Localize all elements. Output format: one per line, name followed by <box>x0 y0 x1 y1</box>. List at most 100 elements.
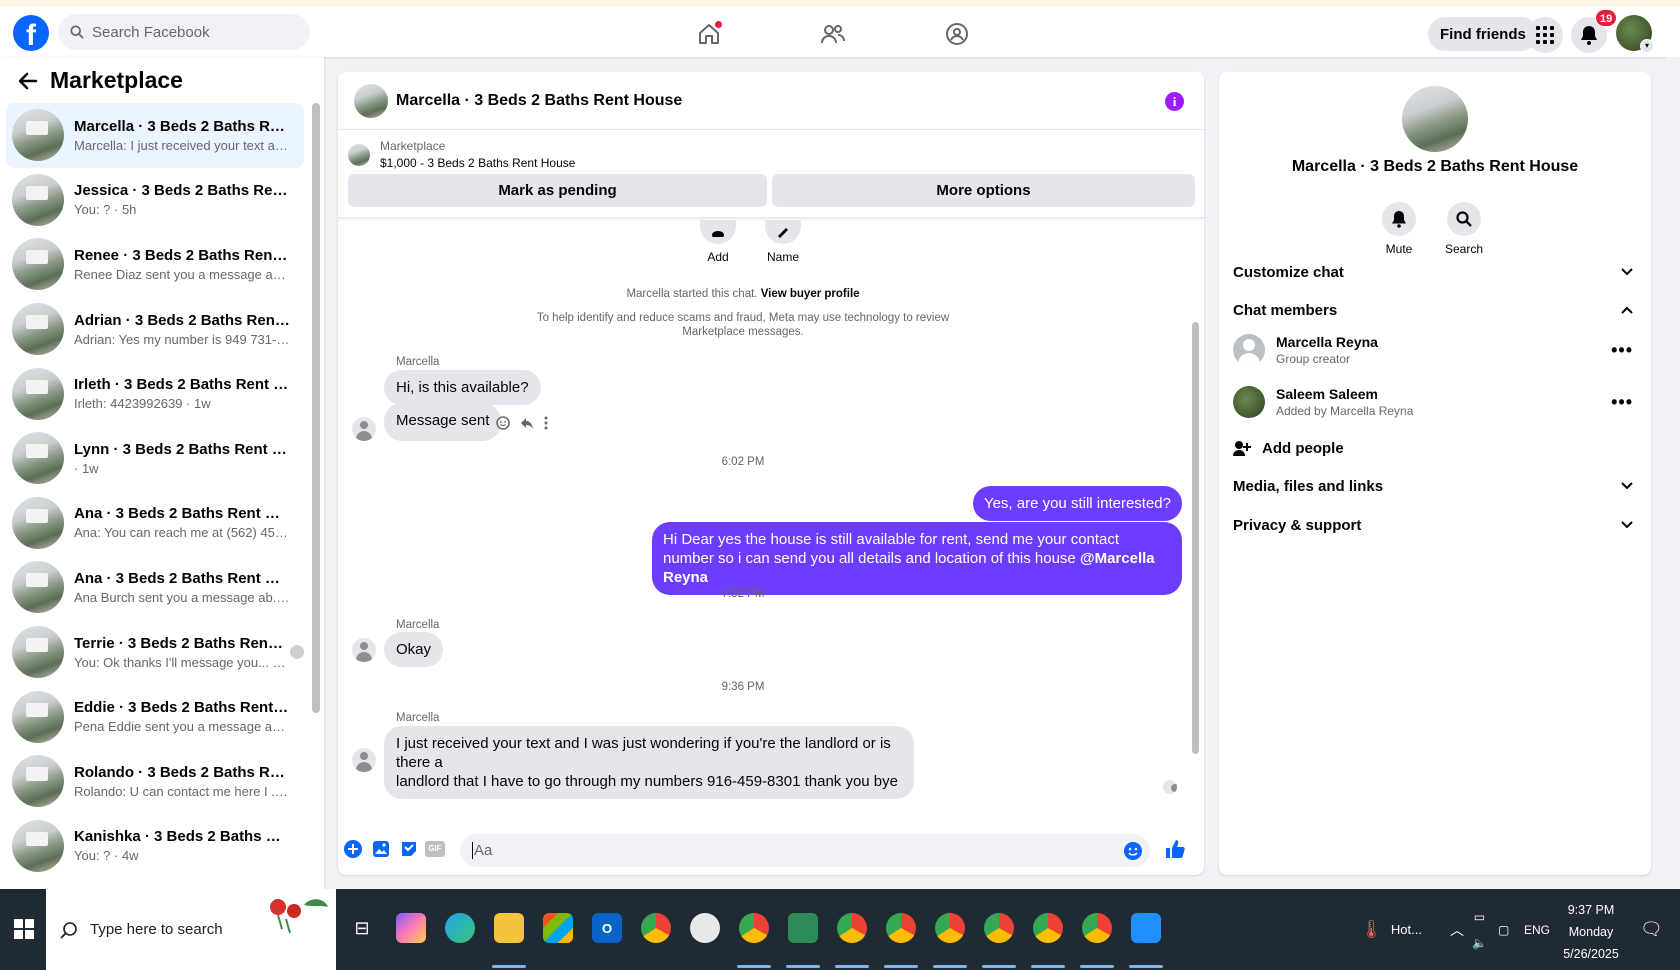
add-people-label: Add people <box>1262 439 1344 457</box>
conversation-item[interactable]: Ana · 3 Beds 2 Baths Rent House Ana: You … <box>6 491 304 556</box>
microsoft-store-icon[interactable] <box>543 913 573 943</box>
chat-title[interactable]: Marcella · 3 Beds 2 Baths Rent House <box>396 92 682 110</box>
react-emoji-icon[interactable] <box>496 416 510 430</box>
app-icon[interactable] <box>690 913 720 943</box>
incoming-message[interactable]: Okay <box>384 632 444 667</box>
facebook-logo-icon[interactable]: f <box>13 15 49 51</box>
member-row[interactable]: Saleem Saleem Added by Marcella Reyna ••… <box>1233 380 1633 424</box>
more-options-icon[interactable]: ••• <box>1611 340 1633 361</box>
conversation-item[interactable]: Eddie · 3 Beds 2 Baths Rent House Pena Ed… <box>6 684 304 749</box>
network-icon[interactable]: ▭ <box>1474 910 1485 924</box>
task-view-icon[interactable]: ⊟ <box>347 913 377 943</box>
timestamp: 6:02 PM <box>721 456 765 468</box>
weather-widget[interactable]: 🌡 Hot... <box>1360 889 1422 970</box>
sticker-icon[interactable] <box>398 838 420 860</box>
sender-avatar <box>352 417 376 441</box>
listing-thumbnail <box>12 303 64 356</box>
mark-as-pending-button[interactable]: Mark as pending <box>348 174 767 207</box>
chrome-profile-icon[interactable] <box>935 913 965 943</box>
gif-icon[interactable]: GIF <box>424 838 446 860</box>
conversation-item[interactable]: Lynn · 3 Beds 2 Baths Rent House · 1w <box>6 426 304 491</box>
incoming-message[interactable]: Message sent <box>384 403 502 441</box>
show-hidden-icons-chevron-icon[interactable]: ︿ <box>1450 889 1464 970</box>
add-person-icon <box>712 231 724 237</box>
display-icon[interactable]: ▢ <box>1498 889 1509 970</box>
spreadsheet-icon[interactable] <box>788 913 818 943</box>
listing-thumbnail <box>12 238 64 291</box>
outlook-icon[interactable]: O <box>592 913 622 943</box>
add-person-icon <box>1233 441 1251 456</box>
find-friends-button[interactable]: Find friends <box>1428 17 1538 51</box>
more-vertical-icon[interactable] <box>544 416 548 430</box>
message-input[interactable]: Aa <box>460 834 1150 867</box>
menu-grid-icon[interactable] <box>1527 17 1563 53</box>
conversation-item[interactable]: Kanishka · 3 Beds 2 Baths Rent ... You: ?… <box>6 814 304 879</box>
message-composer: GIF Aa <box>338 826 1204 874</box>
chat-scrollbar[interactable] <box>1192 322 1199 754</box>
customize-chat-row[interactable]: Customize chat <box>1233 254 1633 290</box>
name-action[interactable]: Name <box>753 220 813 264</box>
edge-icon[interactable] <box>445 913 475 943</box>
conversation-item[interactable]: Renee · 3 Beds 2 Baths Rent Ho... Renee D… <box>6 232 304 297</box>
media-files-row[interactable]: Media, files and links <box>1233 468 1633 504</box>
incoming-message[interactable]: I just received your text and I was just… <box>384 726 914 799</box>
outgoing-message[interactable]: Hi Dear yes the house is still available… <box>652 522 1182 595</box>
chrome-profile-icon[interactable] <box>1082 913 1112 943</box>
add-action[interactable]: Add <box>688 220 748 264</box>
account-chevron-icon[interactable]: ▾ <box>1640 39 1654 53</box>
copilot-icon[interactable] <box>396 913 426 943</box>
chrome-profile-icon[interactable] <box>837 913 867 943</box>
plus-circle-icon[interactable] <box>342 838 364 860</box>
notification-center-icon[interactable]: 🗨 <box>1640 889 1663 970</box>
conversation-item[interactable]: Irleth · 3 Beds 2 Baths Rent House Irleth… <box>6 361 304 426</box>
chat-members-row[interactable]: Chat members <box>1233 292 1633 328</box>
photos-icon[interactable] <box>1131 913 1161 943</box>
conversation-name: Eddie · 3 Beds 2 Baths Rent House <box>74 699 290 717</box>
search-action[interactable]: Search <box>1434 202 1494 256</box>
friends-icon[interactable] <box>818 19 848 49</box>
marketplace-sidebar: Marketplace Marcella · 3 Beds 2 Baths Re… <box>0 57 324 889</box>
mute-action[interactable]: Mute <box>1369 202 1429 256</box>
back-arrow-icon[interactable] <box>18 71 38 91</box>
conversation-snippet: You: ? · 5h <box>74 202 137 218</box>
taskbar-clock[interactable]: 9:37 PM Monday 5/26/2025 <box>1546 899 1636 965</box>
search-facebook-input[interactable]: Search Facebook <box>58 14 310 50</box>
sidebar-scrollbar[interactable] <box>312 103 320 713</box>
chrome-profile-icon[interactable] <box>739 913 769 943</box>
chrome-profile-icon[interactable] <box>1033 913 1063 943</box>
conversation-item[interactable]: Ana · 3 Beds 2 Baths Rent House Ana Burch… <box>6 555 304 620</box>
home-icon[interactable] <box>694 19 724 49</box>
member-row[interactable]: Marcella Reyna Group creator ••• <box>1233 328 1633 372</box>
outgoing-message[interactable]: Yes, are you still interested? <box>972 486 1182 521</box>
file-explorer-icon[interactable] <box>494 913 524 943</box>
conversation-item[interactable]: Marcella · 3 Beds 2 Baths Rent H... Marce… <box>6 103 304 168</box>
volume-icon[interactable]: 🔈 <box>1472 936 1487 950</box>
reply-icon[interactable] <box>520 416 534 430</box>
privacy-support-row[interactable]: Privacy & support <box>1233 507 1633 543</box>
running-indicator <box>1031 965 1065 968</box>
chrome-icon[interactable] <box>641 913 671 943</box>
emoji-icon[interactable] <box>1122 840 1144 862</box>
chrome-profile-icon[interactable] <box>886 913 916 943</box>
taskbar-search-box[interactable]: Type here to search <box>46 889 336 970</box>
conversation-item[interactable]: Adrian · 3 Beds 2 Baths Rent Ho... Adrian… <box>6 297 304 362</box>
info-icon[interactable]: i <box>1165 92 1184 111</box>
groups-icon[interactable] <box>942 19 972 49</box>
conversation-item[interactable]: Jessica · 3 Beds 2 Baths Rent Ho... You: … <box>6 168 304 233</box>
add-people-row[interactable]: Add people <box>1233 430 1633 466</box>
listing-price[interactable]: $1,000 - 3 Beds 2 Baths Rent House <box>380 155 575 172</box>
listing-thumbnail <box>12 755 64 808</box>
conversation-item[interactable]: Terrie · 3 Beds 2 Baths Rent H... You: Ok… <box>6 620 304 685</box>
page-scrollbar[interactable] <box>1666 57 1680 889</box>
thumbs-up-icon[interactable] <box>1164 838 1186 860</box>
windows-start-icon[interactable] <box>14 919 34 939</box>
photo-icon[interactable] <box>370 838 392 860</box>
chrome-profile-icon[interactable] <box>984 913 1014 943</box>
view-buyer-profile-link[interactable]: View buyer profile <box>761 288 860 300</box>
conversation-item[interactable]: Rolando · 3 Beds 2 Baths Rent H... Roland… <box>6 749 304 814</box>
clock-day: Monday <box>1568 925 1614 939</box>
incoming-message[interactable]: Hi, is this available? <box>384 370 541 405</box>
member-role: Added by Marcella Reyna <box>1276 404 1414 418</box>
more-options-icon[interactable]: ••• <box>1611 392 1633 413</box>
more-options-button[interactable]: More options <box>772 174 1195 207</box>
